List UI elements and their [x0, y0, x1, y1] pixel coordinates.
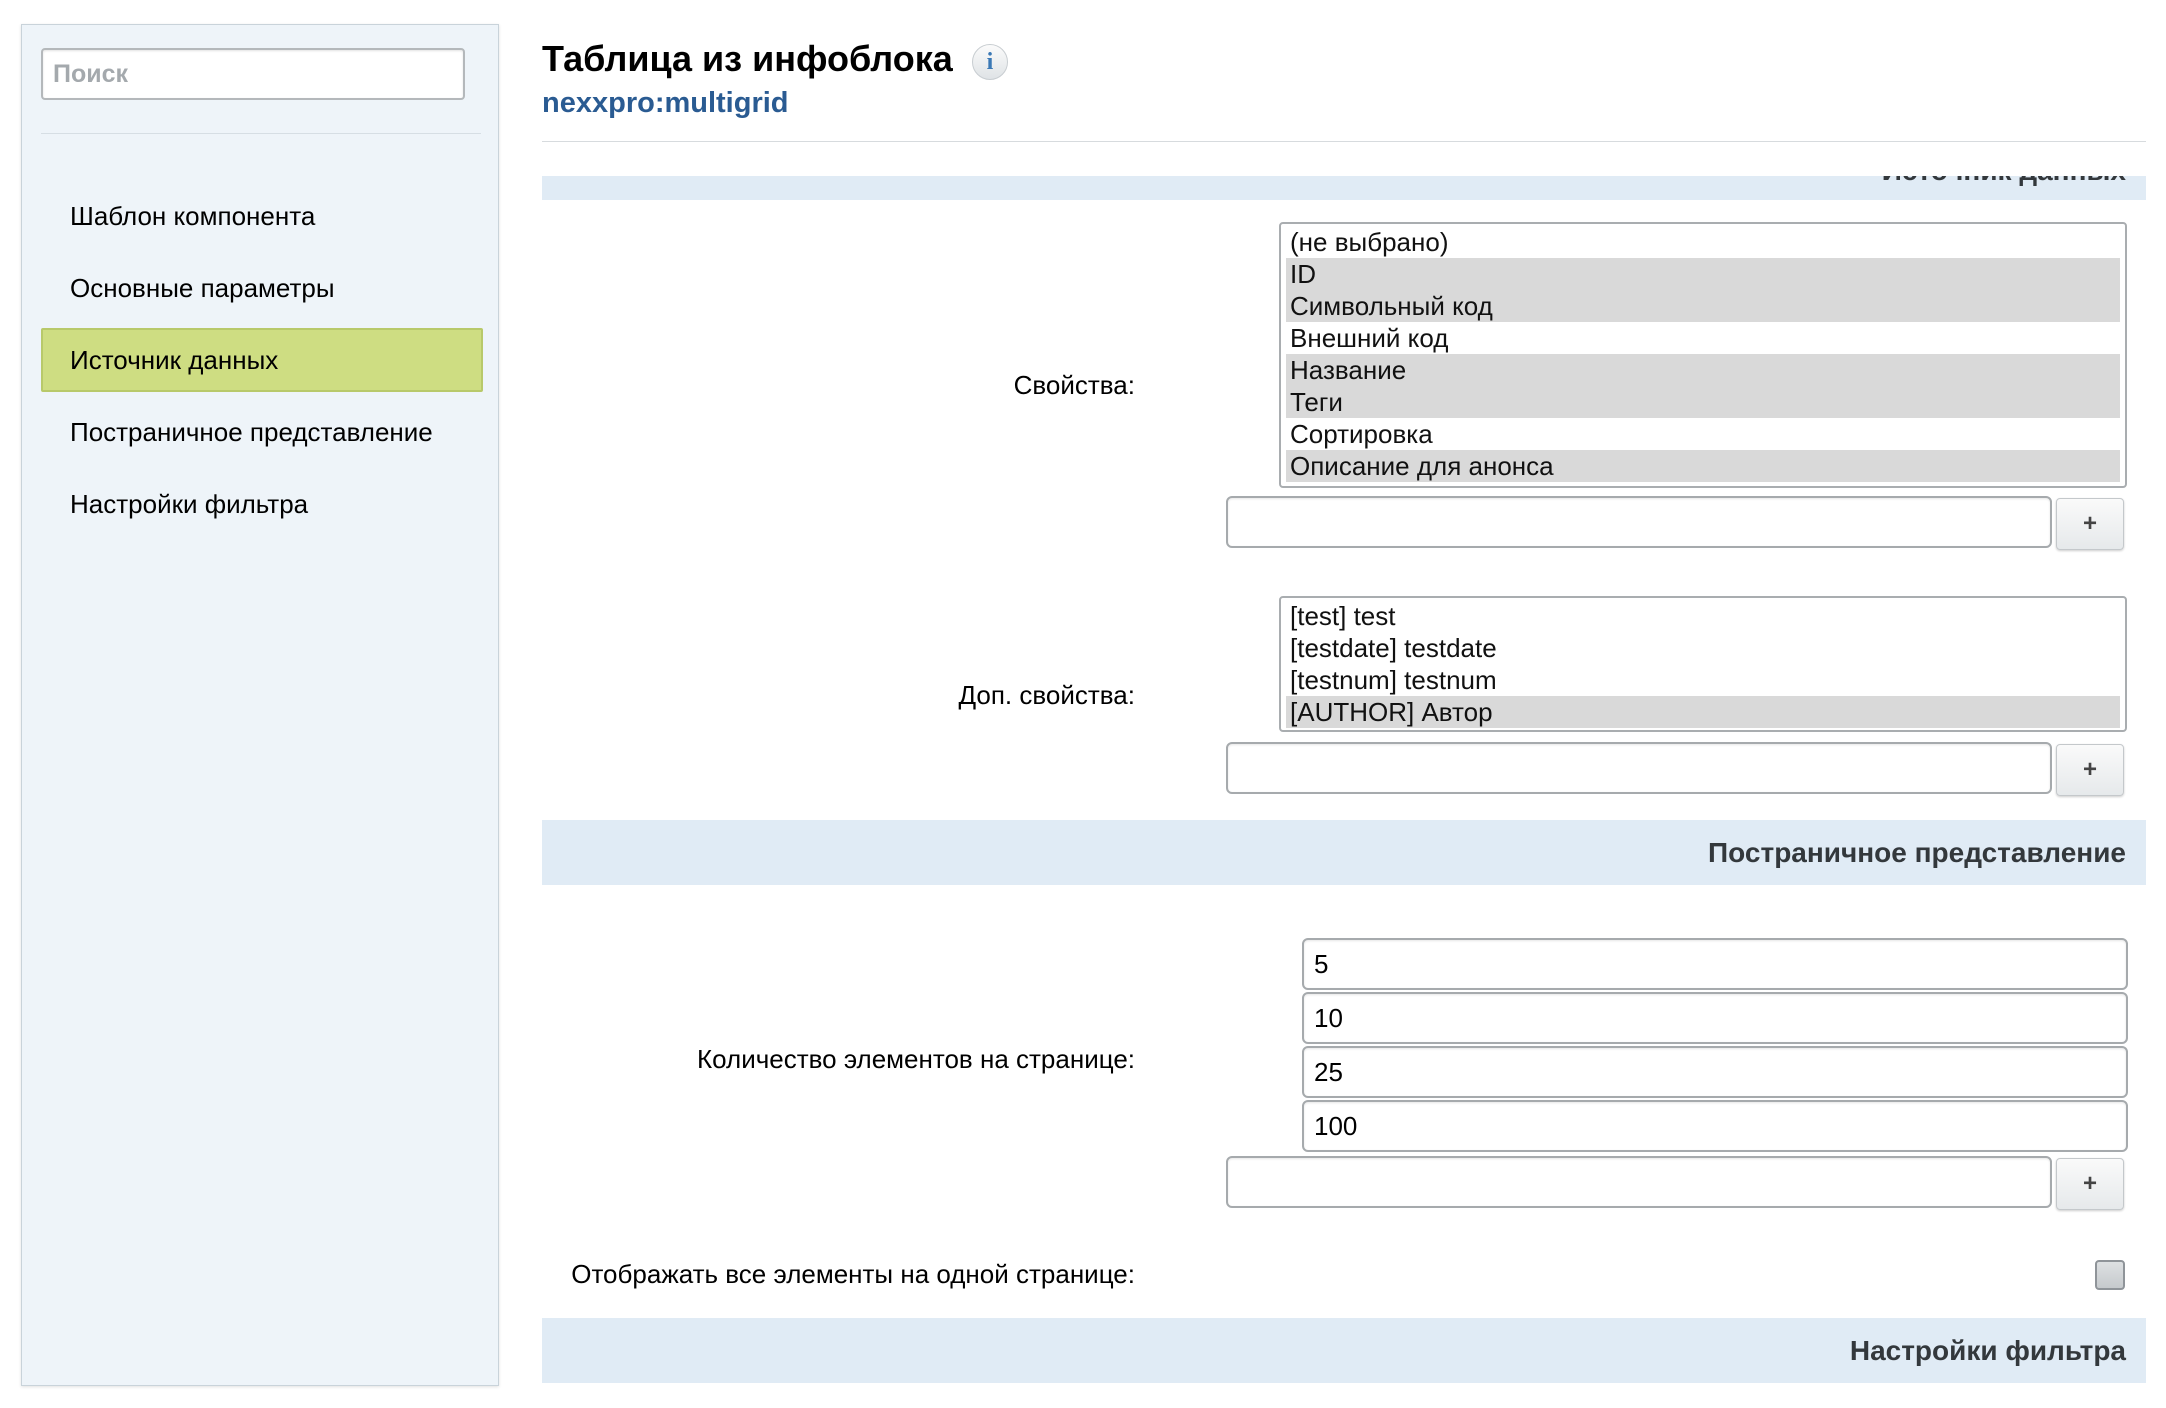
extra-properties-add-button[interactable]: + — [2056, 744, 2124, 796]
list-option[interactable]: Описание для анонса — [1286, 450, 2120, 482]
sidebar-item-paging[interactable]: Постраничное представление — [41, 400, 483, 464]
extra-properties-label: Доп. свойства: — [958, 680, 1135, 710]
info-icon[interactable]: i — [972, 44, 1008, 80]
list-option[interactable]: [test] test — [1286, 600, 2120, 632]
properties-add-button[interactable]: + — [2056, 498, 2124, 550]
list-option[interactable]: Символьный код — [1286, 290, 2120, 322]
section-title: Постраничное представление — [1708, 837, 2126, 868]
properties-extra-input[interactable] — [1226, 496, 2052, 548]
sidebar-item-component-template[interactable]: Шаблон компонента — [41, 184, 483, 248]
list-option[interactable]: Внешний код — [1286, 322, 2120, 354]
page-size-value-input[interactable] — [1302, 1100, 2128, 1152]
page-size-add-button[interactable]: + — [2056, 1158, 2124, 1210]
sidebar-item-main-params[interactable]: Основные параметры — [41, 256, 483, 320]
page-size-label: Количество элементов на странице: — [696, 1044, 1135, 1074]
page-size-value-input[interactable] — [1302, 1046, 2128, 1098]
section-title: Настройки фильтра — [1849, 1335, 2126, 1366]
sidebar-item-filter-settings[interactable]: Настройки фильтра — [41, 472, 483, 536]
section-header-data-source: Источник данных — [542, 176, 2146, 200]
show-all-label: Отображать все элементы на одной страниц… — [571, 1259, 1135, 1289]
properties-listbox[interactable]: (не выбрано) ID Символьный код Внешний к… — [1279, 222, 2127, 488]
section-title: Источник данных — [1882, 176, 2126, 186]
list-option[interactable]: Сортировка — [1286, 418, 2120, 450]
list-option[interactable]: Название — [1286, 354, 2120, 386]
page-size-extra-input[interactable] — [1226, 1156, 2052, 1208]
sidebar: Шаблон компонента Основные параметры Ист… — [21, 24, 499, 1386]
page-size-value-input[interactable] — [1302, 938, 2128, 990]
list-option[interactable]: [testnum] testnum — [1286, 664, 2120, 696]
list-option[interactable]: (не выбрано) — [1286, 226, 2120, 258]
show-all-checkbox[interactable] — [2095, 1260, 2125, 1290]
sidebar-item-data-source[interactable]: Источник данных — [41, 328, 483, 392]
sidebar-nav: Шаблон компонента Основные параметры Ист… — [41, 184, 483, 544]
list-option[interactable]: ID — [1286, 258, 2120, 290]
list-option[interactable]: [testdate] testdate — [1286, 632, 2120, 664]
component-code: nexxpro:multigrid — [542, 87, 789, 119]
extra-properties-listbox[interactable]: [test] test [testdate] testdate [testnum… — [1279, 596, 2127, 732]
page-title: Таблица из инфоблока — [542, 38, 953, 79]
search-input[interactable] — [41, 48, 465, 100]
header-divider — [542, 141, 2146, 142]
sidebar-divider — [41, 133, 481, 134]
list-option[interactable]: Теги — [1286, 386, 2120, 418]
list-option[interactable]: [AUTHOR] Автор — [1286, 696, 2120, 728]
extra-properties-input[interactable] — [1226, 742, 2052, 794]
section-header-paging: Постраничное представление — [542, 820, 2146, 885]
section-header-filter: Настройки фильтра — [542, 1318, 2146, 1383]
page-size-value-input[interactable] — [1302, 992, 2128, 1044]
properties-label: Свойства: — [1013, 370, 1135, 400]
